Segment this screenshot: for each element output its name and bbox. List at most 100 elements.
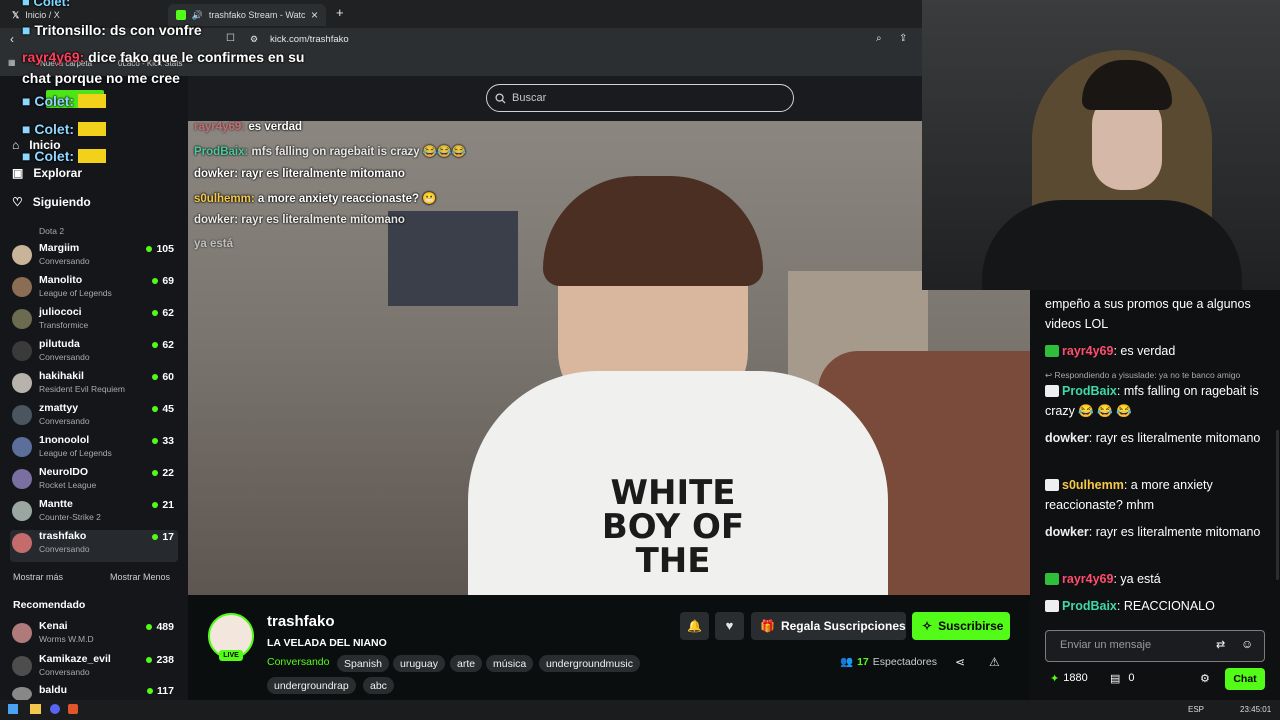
share-icon[interactable]: ⇪ <box>899 33 907 44</box>
channel-category: League of Legends <box>39 448 112 458</box>
recommended-channel-baldu[interactable]: baldu 117 <box>10 684 178 701</box>
live-dot-icon <box>152 374 159 380</box>
follow-button[interactable]: ♥ <box>715 612 744 640</box>
tag-abc[interactable]: abc <box>363 677 394 694</box>
show-less-button[interactable]: Mostrar Menos <box>110 572 170 582</box>
channel-name: Kenai <box>39 620 68 632</box>
live-dot-icon <box>152 438 159 444</box>
show-more-button[interactable]: Mostrar más <box>13 572 63 582</box>
tab-label: trashfako Stream - Watch Live <box>208 10 305 20</box>
channel-points[interactable]: ✦ 1880 <box>1050 672 1088 685</box>
start-icon[interactable] <box>8 704 18 714</box>
overlay-username: ProdBaix: <box>194 146 249 158</box>
message-text: rayr es literalmente mitomano <box>1095 525 1261 539</box>
video-player[interactable]: WHITE BOY OF THE rayr4y69: es verdad Pro… <box>188 121 1030 595</box>
overlay-username: rayr4y69: <box>194 121 246 133</box>
gift-subs-button[interactable]: 🎁 Regala Suscripciones <box>751 612 906 640</box>
chat-username[interactable]: dowker <box>1045 525 1089 539</box>
close-tab-icon[interactable]: × <box>311 8 318 22</box>
following-channel-margiim[interactable]: Margiim Conversando 105 <box>10 242 178 272</box>
overlay-chat-line: ■ Colet: <box>22 148 106 164</box>
zoom-icon[interactable]: ⌕ <box>876 33 882 44</box>
channel-category: Conversando <box>39 667 90 677</box>
nav-explorar[interactable]: ▣ Explorar <box>12 166 82 180</box>
overlay-message: mfs falling on ragebait is crazy 😂😂😂 <box>251 146 466 158</box>
viewer-number: 69 <box>162 275 174 287</box>
chat-scrollbar[interactable] <box>1276 430 1279 580</box>
subscribe-button[interactable]: ✧ Suscribirse <box>912 612 1010 640</box>
live-dot-icon <box>146 246 153 252</box>
chat-username[interactable]: rayr4y69 <box>1062 572 1113 586</box>
chat-message: ProdBaix: mfs falling on ragebait is cra… <box>1045 384 1259 418</box>
back-icon[interactable]: ‹ <box>10 32 14 46</box>
following-channel-hakihakil[interactable]: hakihakil Resident Evil Requiem 60 <box>10 370 178 400</box>
url-field[interactable]: kick.com/trashfako <box>270 34 349 45</box>
chat-message: rayr4y69: es verdad <box>1045 341 1267 361</box>
apps-grid-icon[interactable]: ▦ <box>8 58 16 67</box>
chat-username[interactable]: dowker <box>1045 431 1089 445</box>
following-channel-trashfako[interactable]: trashfako Conversando 17 <box>10 530 178 562</box>
chat-message: dowker: rayr es literalmente mitomano <box>1045 525 1261 539</box>
file-explorer-icon[interactable] <box>30 704 41 714</box>
video-overlay-chat-line: rayr4y69: es verdad <box>194 121 302 133</box>
recommended-channel-kamikaze-evil[interactable]: Kamikaze_evil Conversando 238 <box>10 653 178 683</box>
brave-icon[interactable] <box>68 704 78 714</box>
sub-badge-icon <box>1045 573 1059 585</box>
viewer-label: Espectadores <box>872 655 937 668</box>
chat-username[interactable]: s0ulhemm <box>1062 478 1124 492</box>
chat-username[interactable]: rayr4y69 <box>1062 344 1113 358</box>
settings-icon[interactable]: ⚙ <box>1200 672 1210 685</box>
translate-icon[interactable]: ⇄ <box>1216 638 1225 651</box>
emoji-icon[interactable]: ☺ <box>1241 637 1253 651</box>
viewer-number: 62 <box>162 307 174 319</box>
following-channel-mantte[interactable]: Mantte Counter-Strike 2 21 <box>10 498 178 528</box>
notification-bell-button[interactable]: 🔔 <box>680 612 709 640</box>
following-channel-neuroido[interactable]: NeuroIDO Rocket League 22 <box>10 466 178 496</box>
audio-icon: 🔊 <box>191 9 203 20</box>
share-icon[interactable]: ⋖ <box>955 655 965 669</box>
stream-category[interactable]: Conversando <box>267 656 329 668</box>
viewer-count: 62 <box>152 339 174 351</box>
tag-uruguay[interactable]: uruguay <box>393 655 445 672</box>
viewer-number: 17 <box>857 655 869 668</box>
following-channel-zmattyy[interactable]: zmattyy Conversando 45 <box>10 402 178 432</box>
discord-icon[interactable] <box>50 704 60 714</box>
recommended-channel-kenai[interactable]: Kenai Worms W.M.D 489 <box>10 620 178 650</box>
report-icon[interactable]: ⚠ <box>989 655 1000 669</box>
chat-message: s0ulhemm: a more anxiety reaccionaste? m… <box>1045 478 1213 512</box>
avatar <box>12 533 32 553</box>
chat-input[interactable]: Enviar un mensaje ⇄ ☺ <box>1045 630 1265 662</box>
clock[interactable]: 23:45:01 <box>1240 705 1271 714</box>
tag-musica[interactable]: música <box>486 655 534 672</box>
following-channel-1nonoolol[interactable]: 1nonoolol League of Legends 33 <box>10 434 178 464</box>
tag-arte[interactable]: arte <box>450 655 483 672</box>
channel-name[interactable]: trashfako <box>267 613 335 630</box>
overlay-chat-line: ■ Colet: <box>22 93 106 109</box>
tag-spanish[interactable]: Spanish <box>337 655 389 672</box>
tag-undergroundmusic[interactable]: undergroundmusic <box>539 655 640 672</box>
search-icon <box>495 92 506 104</box>
language-indicator[interactable]: ESP <box>1188 705 1204 714</box>
following-channel-pilutuda[interactable]: pilutuda Conversando 62 <box>10 338 178 368</box>
chat-username[interactable]: ProdBaix <box>1062 384 1117 398</box>
nav-label: Explorar <box>33 166 83 180</box>
site-info-icon[interactable]: ⚙ <box>250 34 258 45</box>
following-channel-manolito[interactable]: Manolito League of Legends 69 <box>10 274 178 304</box>
following-channel-juliococi[interactable]: juliococi Transformice 62 <box>10 306 178 336</box>
bookmark-icon[interactable]: ☐ <box>226 33 235 44</box>
recommended-heading: Recomendado <box>13 599 86 611</box>
chat-panel: empeño a sus promos que a algunos videos… <box>1030 290 1280 700</box>
new-tab-button[interactable]: + <box>336 5 344 20</box>
nav-siguiendo[interactable]: ♡ Siguiendo <box>12 195 91 209</box>
viewer-number: 62 <box>162 339 174 351</box>
x-logo-icon: 𝕏 <box>12 9 20 20</box>
chat-username[interactable]: ProdBaix <box>1062 599 1117 613</box>
star-icon: ✧ <box>922 619 933 633</box>
overlay-chat-line: rayr4y69: dice fako que le confirmes en … <box>22 47 332 89</box>
store-counter[interactable]: ▤ 0 <box>1110 672 1135 685</box>
search-input[interactable]: Buscar <box>486 84 794 112</box>
tag-undergroundrap[interactable]: undergroundrap <box>267 677 356 694</box>
message-text: REACCIONALO <box>1123 599 1215 613</box>
live-dot-icon <box>152 342 159 348</box>
send-chat-button[interactable]: Chat <box>1225 668 1265 690</box>
